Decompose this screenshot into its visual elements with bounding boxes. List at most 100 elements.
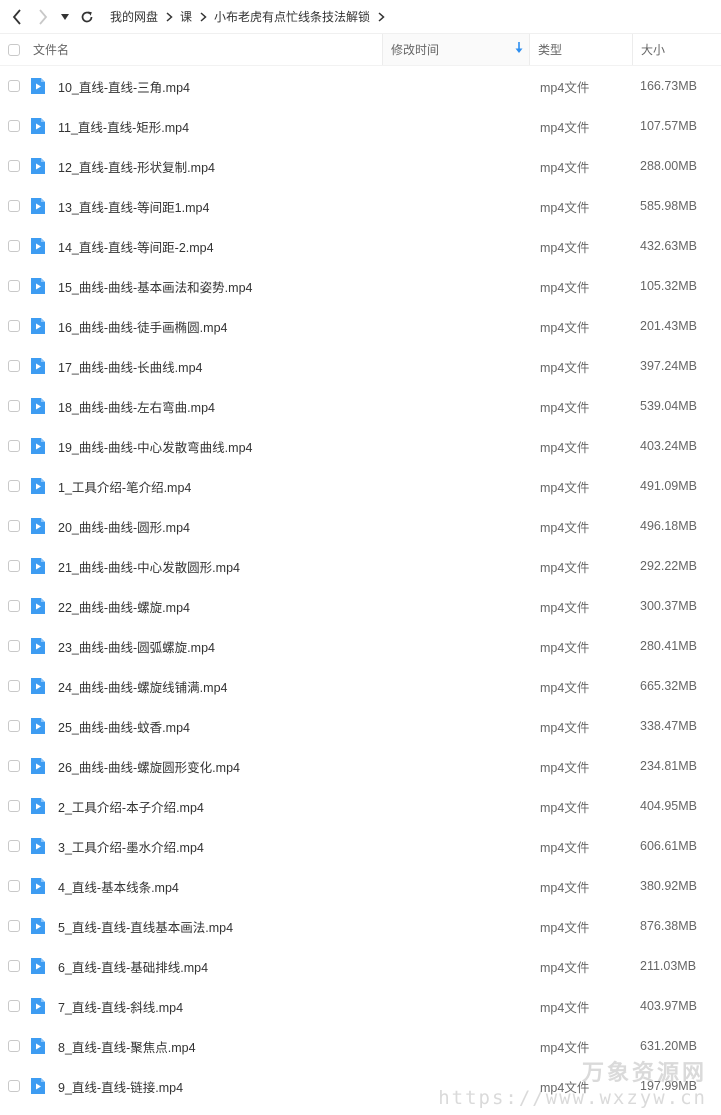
file-type: mp4文件 xyxy=(540,1080,590,1095)
file-name[interactable]: 8_直线-直线-聚焦点.mp4 xyxy=(58,1037,196,1056)
file-name[interactable]: 14_直线-直线-等间距-2.mp4 xyxy=(58,237,214,256)
file-row[interactable]: 26_曲线-曲线-螺旋圆形变化.mp4 mp4文件 234.81MB xyxy=(0,746,721,786)
column-header-size[interactable]: 大小 xyxy=(632,34,721,65)
file-name[interactable]: 1_工具介绍-笔介绍.mp4 xyxy=(58,477,191,496)
file-row[interactable]: 21_曲线-曲线-中心发散圆形.mp4 mp4文件 292.22MB xyxy=(0,546,721,586)
forward-button[interactable] xyxy=(30,4,56,30)
file-name[interactable]: 6_直线-直线-基础排线.mp4 xyxy=(58,957,208,976)
row-checkbox[interactable] xyxy=(8,960,20,972)
file-name[interactable]: 17_曲线-曲线-长曲线.mp4 xyxy=(58,357,202,376)
column-header-name[interactable]: 文件名 xyxy=(33,41,69,58)
file-size: 876.38MB xyxy=(640,919,697,933)
row-checkbox[interactable] xyxy=(8,920,20,932)
file-name[interactable]: 15_曲线-曲线-基本画法和姿势.mp4 xyxy=(58,277,252,296)
file-name[interactable]: 23_曲线-曲线-圆弧螺旋.mp4 xyxy=(58,637,215,656)
file-row[interactable]: 6_直线-直线-基础排线.mp4 mp4文件 211.03MB xyxy=(0,946,721,986)
file-row[interactable]: 13_直线-直线-等间距1.mp4 mp4文件 585.98MB xyxy=(0,186,721,226)
file-name[interactable]: 16_曲线-曲线-徒手画椭圆.mp4 xyxy=(58,317,227,336)
row-checkbox[interactable] xyxy=(8,320,20,332)
file-row[interactable]: 24_曲线-曲线-螺旋线铺满.mp4 mp4文件 665.32MB xyxy=(0,666,721,706)
video-file-icon xyxy=(31,758,45,774)
file-row[interactable]: 10_直线-直线-三角.mp4 mp4文件 166.73MB xyxy=(0,66,721,106)
row-checkbox[interactable] xyxy=(8,880,20,892)
row-checkbox[interactable] xyxy=(8,800,20,812)
file-name[interactable]: 12_直线-直线-形状复制.mp4 xyxy=(58,157,215,176)
row-checkbox[interactable] xyxy=(8,440,20,452)
file-row[interactable]: 23_曲线-曲线-圆弧螺旋.mp4 mp4文件 280.41MB xyxy=(0,626,721,666)
file-row[interactable]: 16_曲线-曲线-徒手画椭圆.mp4 mp4文件 201.43MB xyxy=(0,306,721,346)
file-row[interactable]: 9_直线-直线-链接.mp4 mp4文件 197.99MB xyxy=(0,1066,721,1106)
row-checkbox[interactable] xyxy=(8,520,20,532)
file-row[interactable]: 25_曲线-曲线-蚊香.mp4 mp4文件 338.47MB xyxy=(0,706,721,746)
row-checkbox[interactable] xyxy=(8,160,20,172)
row-checkbox[interactable] xyxy=(8,480,20,492)
row-checkbox[interactable] xyxy=(8,280,20,292)
file-name[interactable]: 13_直线-直线-等间距1.mp4 xyxy=(58,197,209,216)
file-name[interactable]: 5_直线-直线-直线基本画法.mp4 xyxy=(58,917,233,936)
file-row[interactable]: 17_曲线-曲线-长曲线.mp4 mp4文件 397.24MB xyxy=(0,346,721,386)
file-name[interactable]: 26_曲线-曲线-螺旋圆形变化.mp4 xyxy=(58,757,240,776)
file-name[interactable]: 19_曲线-曲线-中心发散弯曲线.mp4 xyxy=(58,437,252,456)
file-type: mp4文件 xyxy=(540,160,590,175)
row-checkbox[interactable] xyxy=(8,1040,20,1052)
column-header-modified[interactable]: 修改时间 xyxy=(382,34,530,65)
breadcrumb-item-course[interactable]: 课 xyxy=(178,8,194,25)
file-row[interactable]: 4_直线-基本线条.mp4 mp4文件 380.92MB xyxy=(0,866,721,906)
row-checkbox[interactable] xyxy=(8,840,20,852)
file-row[interactable]: 14_直线-直线-等间距-2.mp4 mp4文件 432.63MB xyxy=(0,226,721,266)
file-name[interactable]: 3_工具介绍-墨水介绍.mp4 xyxy=(58,837,204,856)
row-checkbox[interactable] xyxy=(8,200,20,212)
row-checkbox[interactable] xyxy=(8,640,20,652)
file-name[interactable]: 4_直线-基本线条.mp4 xyxy=(58,877,179,896)
file-row[interactable]: 1_工具介绍-笔介绍.mp4 mp4文件 491.09MB xyxy=(0,466,721,506)
file-row[interactable]: 5_直线-直线-直线基本画法.mp4 mp4文件 876.38MB xyxy=(0,906,721,946)
file-name[interactable]: 21_曲线-曲线-中心发散圆形.mp4 xyxy=(58,557,240,576)
file-row[interactable]: 7_直线-直线-斜线.mp4 mp4文件 403.97MB xyxy=(0,986,721,1026)
file-name[interactable]: 24_曲线-曲线-螺旋线铺满.mp4 xyxy=(58,677,227,696)
file-row[interactable]: 15_曲线-曲线-基本画法和姿势.mp4 mp4文件 105.32MB xyxy=(0,266,721,306)
file-name[interactable]: 20_曲线-曲线-圆形.mp4 xyxy=(58,517,190,536)
column-header-type[interactable]: 类型 xyxy=(538,41,562,58)
file-name[interactable]: 10_直线-直线-三角.mp4 xyxy=(58,77,190,96)
file-size: 105.32MB xyxy=(640,279,697,293)
row-checkbox[interactable] xyxy=(8,360,20,372)
file-name[interactable]: 9_直线-直线-链接.mp4 xyxy=(58,1077,183,1096)
file-size: 211.03MB xyxy=(640,959,697,973)
video-file-icon xyxy=(31,158,45,174)
file-row[interactable]: 2_工具介绍-本子介绍.mp4 mp4文件 404.95MB xyxy=(0,786,721,826)
history-dropdown-button[interactable] xyxy=(56,4,74,30)
row-checkbox[interactable] xyxy=(8,240,20,252)
row-checkbox[interactable] xyxy=(8,1080,20,1092)
file-size: 631.20MB xyxy=(640,1039,697,1053)
file-name[interactable]: 22_曲线-曲线-螺旋.mp4 xyxy=(58,597,190,616)
file-row[interactable]: 20_曲线-曲线-圆形.mp4 mp4文件 496.18MB xyxy=(0,506,721,546)
file-row[interactable]: 19_曲线-曲线-中心发散弯曲线.mp4 mp4文件 403.24MB xyxy=(0,426,721,466)
row-checkbox[interactable] xyxy=(8,600,20,612)
row-checkbox[interactable] xyxy=(8,560,20,572)
row-checkbox-cell xyxy=(0,66,28,106)
row-checkbox[interactable] xyxy=(8,1000,20,1012)
breadcrumb-item-current[interactable]: 小布老虎有点忙线条技法解锁 xyxy=(212,8,372,25)
file-row[interactable]: 12_直线-直线-形状复制.mp4 mp4文件 288.00MB xyxy=(0,146,721,186)
select-all-checkbox[interactable] xyxy=(8,43,20,56)
file-name[interactable]: 2_工具介绍-本子介绍.mp4 xyxy=(58,797,204,816)
file-size: 539.04MB xyxy=(640,399,697,413)
row-checkbox[interactable] xyxy=(8,80,20,92)
row-checkbox[interactable] xyxy=(8,720,20,732)
breadcrumb-item-root[interactable]: 我的网盘 xyxy=(108,8,160,25)
file-row[interactable]: 22_曲线-曲线-螺旋.mp4 mp4文件 300.37MB xyxy=(0,586,721,626)
row-checkbox[interactable] xyxy=(8,680,20,692)
file-row[interactable]: 18_曲线-曲线-左右弯曲.mp4 mp4文件 539.04MB xyxy=(0,386,721,426)
file-name[interactable]: 18_曲线-曲线-左右弯曲.mp4 xyxy=(58,397,215,416)
file-name[interactable]: 25_曲线-曲线-蚊香.mp4 xyxy=(58,717,190,736)
refresh-button[interactable] xyxy=(74,4,100,30)
file-row[interactable]: 8_直线-直线-聚焦点.mp4 mp4文件 631.20MB xyxy=(0,1026,721,1066)
row-checkbox[interactable] xyxy=(8,760,20,772)
row-checkbox[interactable] xyxy=(8,120,20,132)
back-button[interactable] xyxy=(4,4,30,30)
file-name[interactable]: 11_直线-直线-矩形.mp4 xyxy=(58,117,189,136)
file-row[interactable]: 3_工具介绍-墨水介绍.mp4 mp4文件 606.61MB xyxy=(0,826,721,866)
file-row[interactable]: 11_直线-直线-矩形.mp4 mp4文件 107.57MB xyxy=(0,106,721,146)
row-checkbox[interactable] xyxy=(8,400,20,412)
file-name[interactable]: 7_直线-直线-斜线.mp4 xyxy=(58,997,183,1016)
